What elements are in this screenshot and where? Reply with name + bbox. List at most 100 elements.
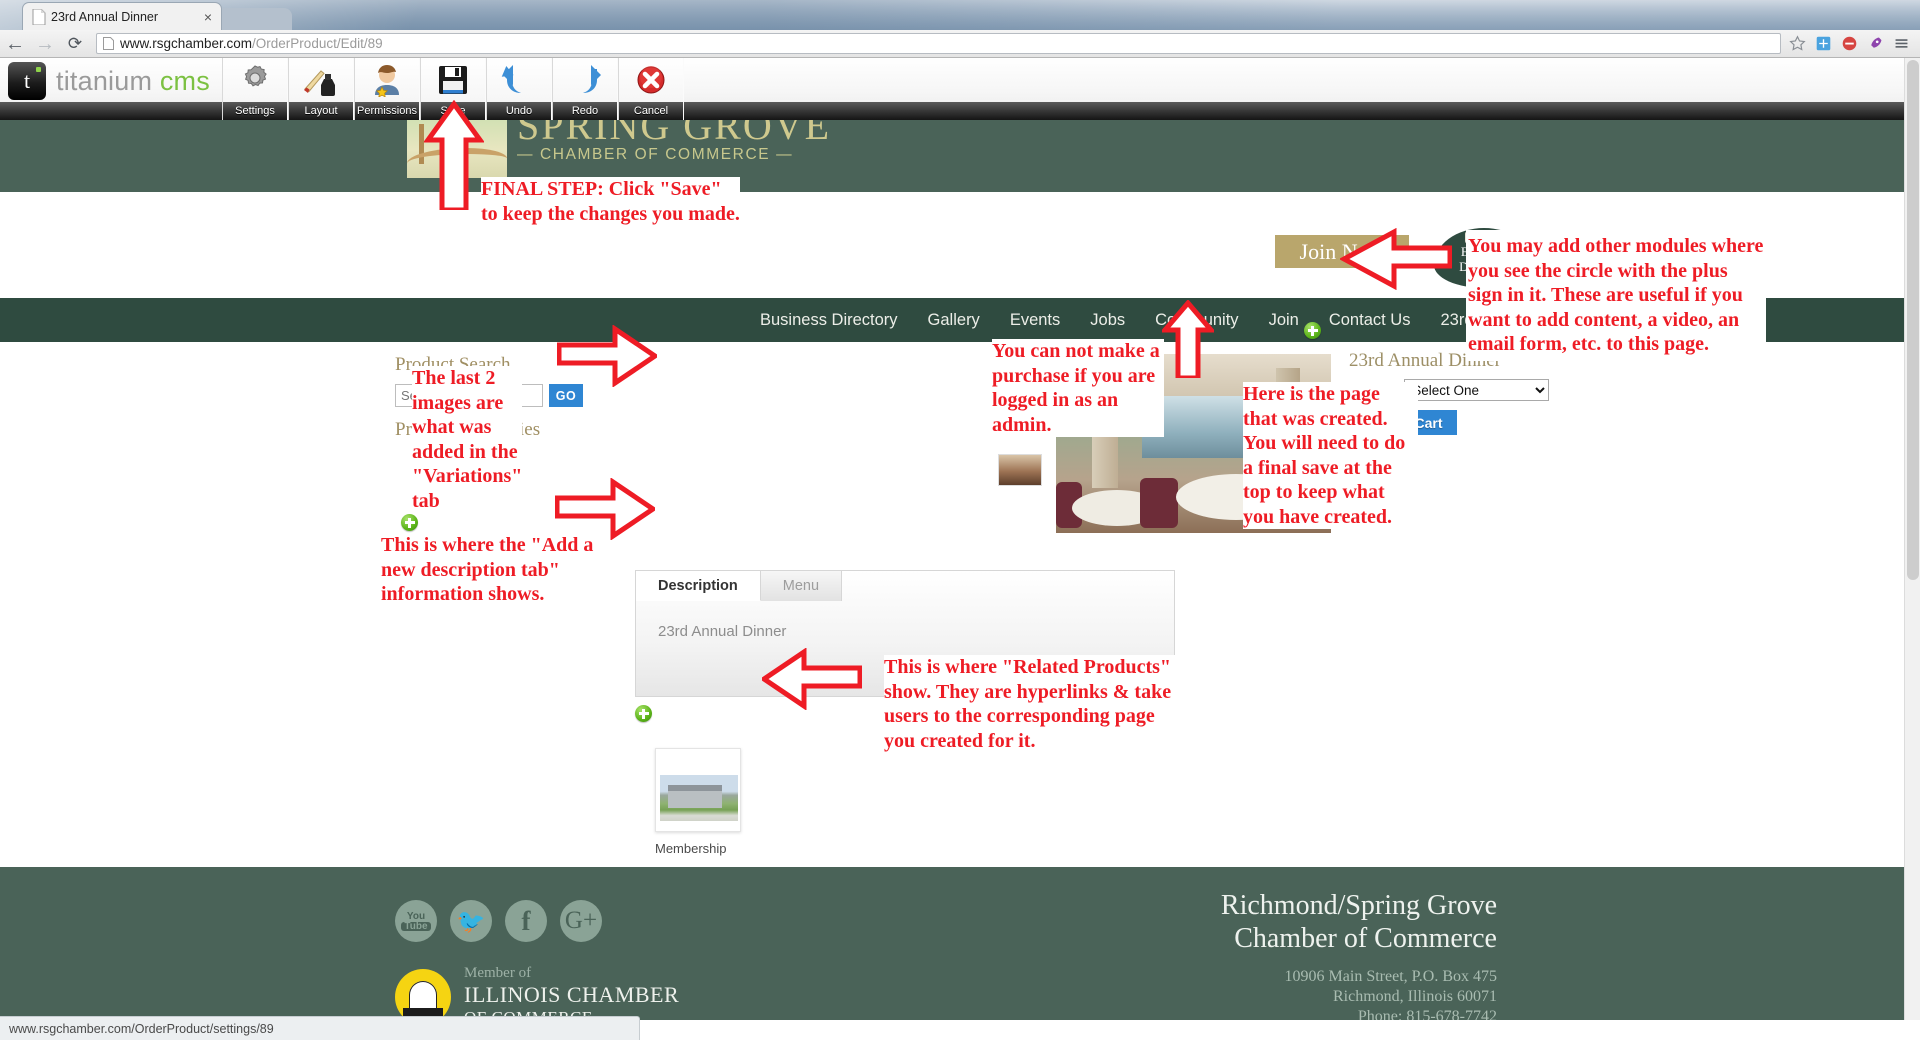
cms-brand-text: titanium cms — [56, 66, 210, 97]
nav-item-gallery[interactable]: Gallery — [928, 311, 980, 330]
arrow-up-to-save — [424, 100, 484, 210]
titanium-badge-letter: t — [23, 68, 31, 93]
illinois-chamber-member: Member of ILLINOIS CHAMBER OF COMMERCE — [395, 965, 679, 1020]
cms-tool-settings[interactable]: Settings — [222, 58, 288, 120]
titanium-badge-icon: t — [8, 62, 46, 100]
tab-description[interactable]: Description — [636, 571, 761, 601]
browser-menu-icon[interactable] — [1893, 35, 1910, 52]
reload-button[interactable]: ⟳ — [60, 34, 90, 54]
logo-main-text: SPRING GROVE — [517, 120, 832, 148]
social-links: You Tube 🐦 f G+ — [395, 900, 602, 942]
cms-tool-label: Layout — [289, 102, 353, 120]
cms-tool-permissions[interactable]: Permissions — [354, 58, 420, 120]
related-product-caption[interactable]: Membership — [655, 841, 747, 856]
site-header: SPRING GROVE — CHAMBER OF COMMERCE — — [0, 120, 1920, 192]
search-go-button[interactable]: GO — [549, 384, 583, 407]
page-scrollbar[interactable] — [1904, 58, 1920, 1040]
related-product-image — [660, 775, 738, 821]
annotation-page-created: Here is the page that was created. You w… — [1243, 382, 1418, 529]
logo-sub-text: — CHAMBER OF COMMERCE — — [517, 146, 794, 163]
undo-arrow-icon — [501, 58, 537, 102]
google-plus-glyph: G+ — [564, 907, 598, 934]
arrow-right-to-description-tab — [555, 478, 655, 540]
annotation-final-step: FINAL STEP: Click "Save" to keep the cha… — [481, 177, 740, 226]
url-domain: www.rsgchamber.com — [120, 36, 253, 51]
page-info-icon — [103, 37, 114, 50]
status-bar-url: www.rsgchamber.com/OrderProduct/settings… — [9, 1021, 274, 1036]
add-module-icon-top-right[interactable] — [1304, 322, 1321, 339]
add-module-icon-below-tabs[interactable] — [635, 705, 652, 722]
add-module-icon-sidebar[interactable] — [401, 514, 418, 531]
cms-tool-label: Redo — [553, 102, 617, 120]
product-tabs-strip: Description Menu — [636, 571, 843, 601]
browser-tab[interactable]: 23rd Annual Dinner × — [22, 2, 222, 30]
address-bar[interactable]: www.rsgchamber.com/OrderProduct/Edit/89 — [96, 33, 1781, 54]
related-product-card[interactable] — [655, 748, 741, 832]
scrollbar-thumb[interactable] — [1907, 60, 1919, 580]
nav-item-contact-us[interactable]: Contact Us — [1329, 311, 1411, 330]
product-thumbnail[interactable] — [998, 454, 1042, 486]
cms-toolbar-strip-left — [0, 102, 222, 120]
footer-inner: You Tube 🐦 f G+ Member of ILLINOIS CHAMB… — [367, 867, 1537, 1020]
cms-tool-redo[interactable]: Redo — [552, 58, 618, 120]
cms-tool-label: Permissions — [355, 102, 419, 120]
footer-org-line1: Richmond/Spring Grove — [1220, 890, 1497, 921]
url-path: /OrderProduct/Edit/89 — [252, 36, 383, 51]
related-products: Membership — [655, 748, 747, 856]
rocket-icon[interactable] — [1867, 35, 1884, 52]
chamber-logo-text[interactable]: SPRING GROVE — CHAMBER OF COMMERCE — — [517, 120, 831, 164]
annotation-add-description-tab: This is where the "Add a new description… — [381, 533, 616, 607]
dinners-select[interactable]: Select One — [1404, 379, 1550, 401]
youtube-bottom-text: Tube — [401, 921, 431, 931]
cms-brand-titanium: titanium — [56, 65, 153, 96]
footer-address: 10906 Main Street, P.O. Box 475 Richmond… — [1221, 967, 1497, 1020]
illinois-chamber-line1: ILLINOIS CHAMBER — [464, 982, 680, 1007]
annotation-related-products: This is where "Related Products" show. T… — [884, 655, 1184, 753]
back-button[interactable]: ← — [0, 34, 30, 54]
nav-item-jobs[interactable]: Jobs — [1090, 311, 1125, 330]
address-bar-url: www.rsgchamber.com/OrderProduct/Edit/89 — [120, 36, 383, 51]
cms-tool-layout[interactable]: Layout — [288, 58, 354, 120]
arrow-right-to-thumbnails — [557, 325, 657, 387]
cms-tool-undo[interactable]: Undo — [486, 58, 552, 120]
illinois-chamber-text: Member of ILLINOIS CHAMBER OF COMMERCE — [464, 965, 679, 1020]
facebook-glyph: f — [521, 905, 531, 936]
cms-tool-label: Undo — [487, 102, 551, 120]
member-of-label: Member of — [464, 965, 532, 981]
twitter-icon[interactable]: 🐦 — [450, 900, 492, 942]
cms-brand-cms: cms — [159, 65, 210, 96]
cms-toolbar: t titanium cms Settings Layout Permissio… — [0, 58, 1920, 120]
close-tab-icon[interactable]: × — [201, 9, 215, 25]
footer-phone: Phone: 815-678-7742 — [1357, 1008, 1497, 1020]
cms-logo: t titanium cms — [8, 62, 210, 100]
nav-item-events[interactable]: Events — [1010, 311, 1060, 330]
tab-menu[interactable]: Menu — [760, 571, 843, 601]
site-footer: You Tube 🐦 f G+ Member of ILLINOIS CHAMB… — [0, 867, 1920, 1020]
footer-contact-block: Richmond/Spring Grove Chamber of Commerc… — [1221, 889, 1497, 1020]
youtube-glyph: You Tube — [401, 911, 431, 931]
adblock-icon[interactable] — [1841, 35, 1858, 52]
bookmark-star-icon[interactable] — [1789, 35, 1806, 52]
gear-icon — [238, 58, 272, 102]
cms-toolbar-strip-right — [684, 102, 1920, 120]
browser-chrome: 23rd Annual Dinner × ← → ⟳ www.rsgchambe… — [0, 0, 1920, 58]
facebook-icon[interactable]: f — [505, 900, 547, 942]
brush-ink-icon — [302, 58, 340, 102]
red-x-circle-icon — [636, 58, 666, 102]
nav-item-business-directory[interactable]: Business Directory — [760, 311, 898, 330]
extension-icon[interactable] — [1815, 35, 1832, 52]
hero-chair — [1140, 478, 1178, 528]
capitol-dome-icon — [395, 968, 451, 1020]
footer-address-line1: 10906 Main Street, P.O. Box 475 — [1284, 968, 1497, 985]
browser-status-bar: www.rsgchamber.com/OrderProduct/settings… — [0, 1016, 640, 1040]
nav-item-join[interactable]: Join — [1269, 311, 1299, 330]
cms-tool-label: Settings — [223, 102, 287, 120]
forward-button[interactable]: → — [30, 34, 60, 54]
redo-arrow-icon — [567, 58, 603, 102]
annotation-other-modules: You may add other modules where you see … — [1466, 230, 1766, 361]
google-plus-icon[interactable]: G+ — [560, 900, 602, 942]
browser-toolbar: ← → ⟳ www.rsgchamber.com/OrderProduct/Ed… — [0, 30, 1920, 58]
youtube-icon[interactable]: You Tube — [395, 900, 437, 942]
cms-tool-cancel[interactable]: Cancel — [618, 58, 684, 120]
annotation-last-two-images: The last 2 images are what was added in … — [412, 366, 523, 513]
